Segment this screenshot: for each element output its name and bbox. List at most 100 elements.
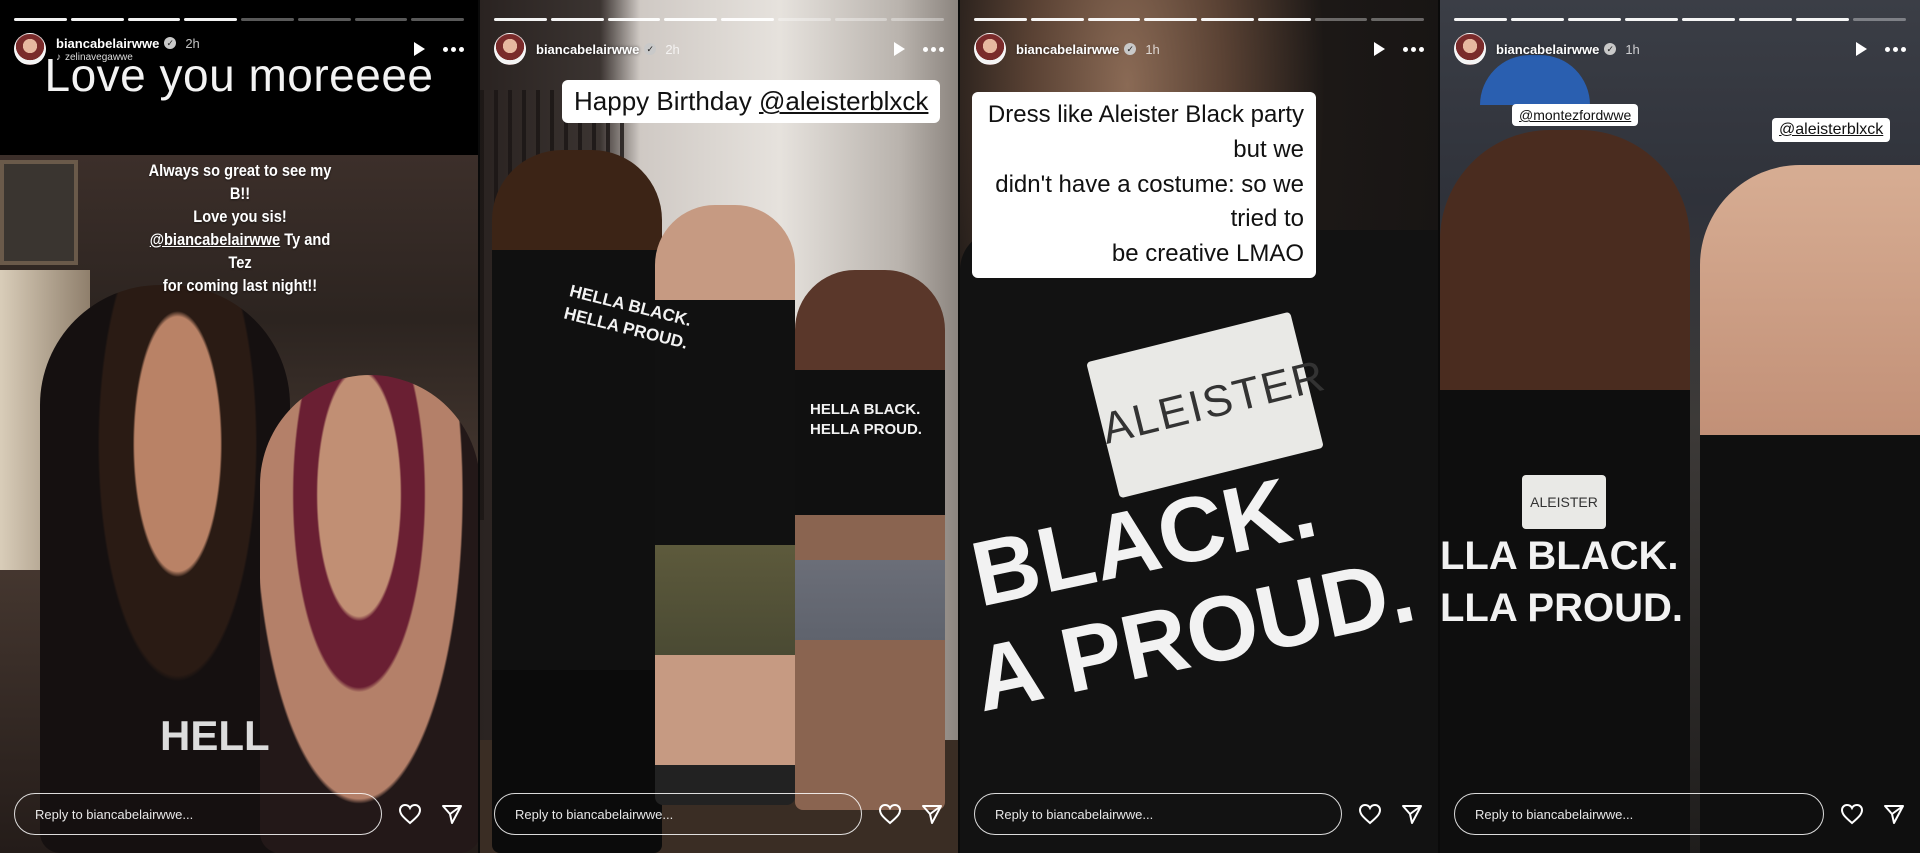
progress-segment <box>1314 18 1368 21</box>
progress-segment <box>834 18 888 21</box>
play-icon[interactable] <box>1856 42 1867 56</box>
story-header: biancabelairwwe ✓ 1h <box>1454 32 1906 66</box>
story-header: biancabelairwwe ✓ 1h <box>974 32 1424 66</box>
play-icon[interactable] <box>414 42 425 56</box>
story-footer <box>14 793 464 835</box>
mention-tag-left[interactable]: @montezfordwwe <box>1512 104 1639 126</box>
progress-segment <box>777 18 831 21</box>
send-icon[interactable] <box>920 802 944 826</box>
story-header: biancabelairwwe ✓ 2h ♪ zelinavegawwe <box>14 32 464 66</box>
reply-input[interactable] <box>14 793 382 835</box>
stories-strip: Love you moreeee Always so great to see … <box>0 0 1920 853</box>
progress-segment <box>70 18 124 21</box>
reply-input[interactable] <box>1454 793 1824 835</box>
avatar[interactable] <box>494 33 526 65</box>
progress-segment <box>127 18 181 21</box>
play-icon[interactable] <box>894 42 905 56</box>
avatar[interactable] <box>14 33 46 65</box>
play-icon[interactable] <box>1374 42 1385 56</box>
progress-segment <box>14 18 67 21</box>
progress-segment <box>297 18 351 21</box>
heart-icon[interactable] <box>398 802 422 826</box>
progress-segment <box>891 18 944 21</box>
timestamp: 2h <box>185 35 200 51</box>
progress-segment <box>241 18 294 21</box>
post-line: Love you sis! <box>193 206 287 226</box>
shirt-text-right: HELLA BLACK. HELLA PROUD. <box>810 400 922 441</box>
post-line: Always so great to see my B!! <box>148 161 332 203</box>
reshared-username[interactable]: zelinavegawwe <box>65 52 133 63</box>
reply-input[interactable] <box>494 793 862 835</box>
progress-segment <box>550 18 604 21</box>
progress-segment <box>1625 18 1678 21</box>
story-panel-4[interactable]: @montezfordwwe @aleisterblxck ALEISTER L… <box>1440 0 1920 853</box>
music-note-icon: ♪ <box>56 51 61 63</box>
progress-segment <box>1568 18 1621 21</box>
person-middle-body <box>655 205 795 805</box>
story-header: biancabelairwwe ✓ 2h <box>494 32 944 66</box>
caption-line: didn't have a costume: so we tried to <box>995 170 1304 233</box>
progress-segment <box>1030 18 1084 21</box>
person-left <box>40 285 290 853</box>
person-right-body <box>795 270 945 810</box>
progress-bar <box>494 18 944 21</box>
progress-bar <box>974 18 1424 21</box>
mention-link[interactable]: @biancabelairwwe <box>150 230 280 249</box>
more-options-icon[interactable] <box>1403 43 1424 56</box>
caption-bubble: Happy Birthday @aleisterblxck <box>562 80 941 124</box>
progress-segment <box>721 18 774 21</box>
timestamp: 1h <box>1145 41 1160 57</box>
more-options-icon[interactable] <box>443 43 464 56</box>
progress-segment <box>607 18 661 21</box>
story-panel-3[interactable]: Dress like Aleister Black party but we d… <box>960 0 1440 853</box>
embedded-post-text: Always so great to see my B!! Love you s… <box>137 160 343 298</box>
mention-link[interactable]: @aleisterblxck <box>759 86 928 116</box>
avatar[interactable] <box>974 33 1006 65</box>
user-info: biancabelairwwe ✓ 1h <box>1016 42 1160 57</box>
timestamp: 2h <box>665 41 680 57</box>
progress-segment <box>1087 18 1141 21</box>
story-panel-1[interactable]: Love you moreeee Always so great to see … <box>0 0 480 853</box>
user-info: biancabelairwwe ✓ 1h <box>1496 42 1640 57</box>
verified-badge-icon: ✓ <box>644 43 657 55</box>
username[interactable]: biancabelairwwe <box>56 36 159 51</box>
heart-icon[interactable] <box>1840 802 1864 826</box>
caption-bubble: Dress like Aleister Black party but we d… <box>972 92 1316 278</box>
username[interactable]: biancabelairwwe <box>1496 42 1599 57</box>
heart-icon[interactable] <box>1358 802 1382 826</box>
progress-segment <box>664 18 717 21</box>
mention-tag-right[interactable]: @aleisterblxck <box>1772 118 1891 142</box>
story-footer <box>1454 793 1906 835</box>
progress-segment <box>1144 18 1197 21</box>
more-options-icon[interactable] <box>923 43 944 56</box>
reply-input[interactable] <box>974 793 1342 835</box>
post-line: for coming last night!! <box>162 275 318 295</box>
story-panel-2[interactable]: Happy Birthday @aleisterblxck HELLA BLAC… <box>480 0 960 853</box>
wall-frame <box>0 160 78 265</box>
progress-segment <box>184 18 237 21</box>
verified-badge-icon: ✓ <box>1124 43 1137 55</box>
shirt-line: HELLA PROUD. <box>810 421 922 439</box>
send-icon[interactable] <box>1400 802 1424 826</box>
story-footer <box>494 793 944 835</box>
username[interactable]: biancabelairwwe <box>536 42 639 57</box>
person-right <box>260 375 478 853</box>
avatar[interactable] <box>1454 33 1486 65</box>
caption-text: Happy Birthday <box>574 86 759 116</box>
progress-segment <box>1511 18 1564 21</box>
progress-segment <box>1371 18 1424 21</box>
user-info: biancabelairwwe ✓ 2h <box>536 42 680 57</box>
person-left-body <box>492 150 662 853</box>
send-icon[interactable] <box>1882 802 1906 826</box>
progress-segment <box>1201 18 1254 21</box>
verified-badge-icon: ✓ <box>164 37 177 49</box>
shirt-line: LLA BLACK. <box>1440 534 1679 578</box>
username[interactable]: biancabelairwwe <box>1016 42 1119 57</box>
progress-segment <box>1682 18 1735 21</box>
heart-icon[interactable] <box>878 802 902 826</box>
more-options-icon[interactable] <box>1885 43 1906 56</box>
name-tag-sticker: ALEISTER <box>1522 475 1606 529</box>
send-icon[interactable] <box>440 802 464 826</box>
progress-segment <box>411 18 464 21</box>
person-right <box>1700 165 1920 853</box>
